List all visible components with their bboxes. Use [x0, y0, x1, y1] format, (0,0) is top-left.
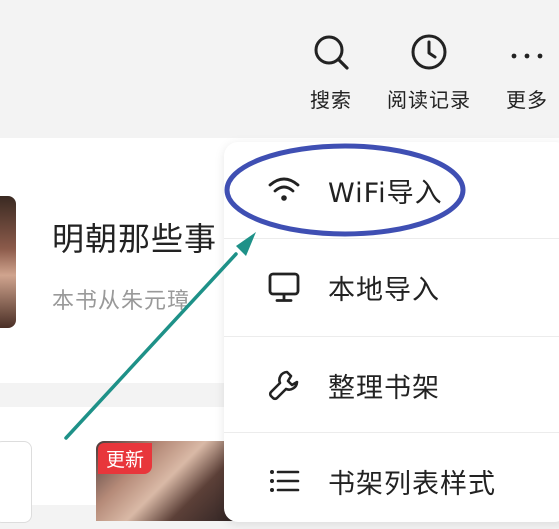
menu-item-label: WiFi导入 [328, 178, 443, 209]
menu-item-organize-shelf[interactable]: 整理书架 [224, 336, 559, 433]
list-icon [266, 463, 302, 499]
wrench-icon [266, 367, 302, 403]
search-icon [309, 30, 353, 74]
menu-item-label: 本地导入 [328, 275, 440, 306]
menu-item-list-style[interactable]: 书架列表样式 [224, 432, 559, 529]
more-button[interactable]: 更多 [505, 30, 549, 113]
reading-history-label: 阅读记录 [387, 88, 471, 112]
clock-icon [407, 30, 451, 74]
book-cover[interactable] [0, 196, 16, 328]
top-toolbar: 搜索 阅读记录 更多 [0, 0, 559, 138]
more-label: 更多 [506, 88, 548, 112]
reading-history-button[interactable]: 阅读记录 [387, 30, 471, 113]
update-badge: 更新 [98, 443, 153, 474]
wifi-icon [266, 172, 302, 208]
menu-item-local-import[interactable]: 本地导入 [224, 238, 559, 335]
menu-item-wifi-import[interactable]: WiFi导入 [224, 142, 559, 238]
book-description: 本书从朱元璋 [52, 289, 191, 314]
menu-item-label: 整理书架 [328, 373, 440, 404]
book-title[interactable]: 明朝那些事 [52, 214, 217, 260]
search-label: 搜索 [310, 88, 352, 112]
book-card[interactable] [0, 441, 32, 523]
search-button[interactable]: 搜索 [309, 30, 353, 113]
menu-item-label: 书架列表样式 [328, 469, 496, 500]
more-dots-icon [505, 30, 549, 74]
popup-menu: WiFi导入 本地导入 整理书架 书架列表样式 [224, 142, 559, 522]
monitor-icon [266, 269, 302, 305]
